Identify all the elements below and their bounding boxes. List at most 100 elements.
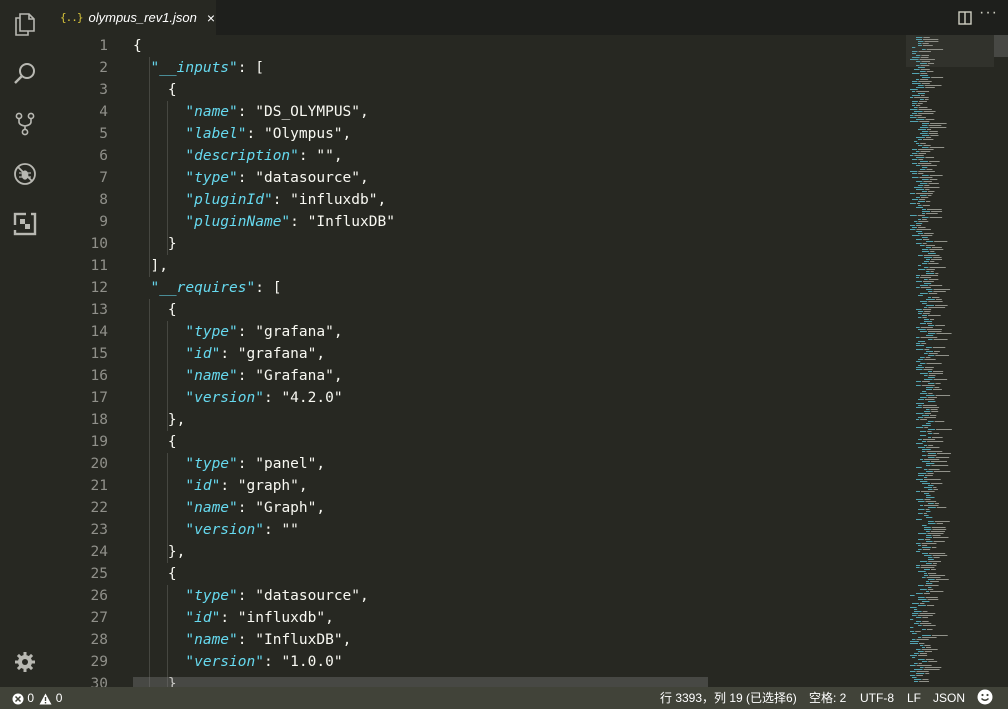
code-text: "pluginId": "influxdb", <box>133 189 386 211</box>
json-token: { <box>133 434 177 450</box>
json-key: "type" <box>185 588 238 604</box>
json-token: , <box>333 368 343 384</box>
code-line[interactable]: 5 "label": "Olympus", <box>50 123 906 145</box>
line-number: 21 <box>90 478 108 494</box>
line-number: 13 <box>90 302 108 318</box>
code-line[interactable]: 20 "type": "panel", <box>50 453 906 475</box>
code-line[interactable]: 25 { <box>50 563 906 585</box>
extensions-icon[interactable] <box>0 200 50 248</box>
code-line[interactable]: 8 "pluginId": "influxdb", <box>50 189 906 211</box>
json-token: "" <box>316 148 334 164</box>
code-line[interactable]: 4 "name": "DS_OLYMPUS", <box>50 101 906 123</box>
search-icon[interactable] <box>0 50 50 98</box>
code-line[interactable]: 29 "version": "1.0.0" <box>50 651 906 673</box>
more-actions-icon[interactable]: ··· <box>979 4 998 22</box>
code-text: "type": "datasource", <box>133 167 369 189</box>
line-number: 30 <box>90 676 108 687</box>
tab-olympus-rev1[interactable]: {..} olympus_rev1.json × <box>50 0 216 35</box>
code-line[interactable]: 28 "name": "InfluxDB", <box>50 629 906 651</box>
code-text: "version": "" <box>133 519 299 541</box>
code-line[interactable]: 23 "version": "" <box>50 519 906 541</box>
code-line[interactable]: 17 "version": "4.2.0" <box>50 387 906 409</box>
split-editor-icon[interactable] <box>958 10 972 25</box>
indentation[interactable]: 空格: 2 <box>809 687 846 709</box>
json-token: "datasource" <box>255 588 361 604</box>
code-text: "version": "1.0.0" <box>133 651 342 673</box>
json-key: "type" <box>185 456 238 472</box>
code-line[interactable]: 19 { <box>50 431 906 453</box>
minimap-preview <box>910 37 952 682</box>
line-number: 9 <box>99 214 108 230</box>
code-line[interactable]: 21 "id": "graph", <box>50 475 906 497</box>
json-token: , <box>333 148 343 164</box>
json-key: "name" <box>185 632 238 648</box>
code-line[interactable]: 2 "__inputs": [ <box>50 57 906 79</box>
files-icon[interactable] <box>0 0 50 48</box>
code-line[interactable]: 1{ <box>50 35 906 57</box>
line-number: 7 <box>99 170 108 186</box>
line-number: 2 <box>99 60 108 76</box>
code-text: "type": "panel", <box>133 453 325 475</box>
code-line[interactable]: 12 "__requires": [ <box>50 277 906 299</box>
code-text: "name": "InfluxDB", <box>133 629 351 651</box>
json-token: "Olympus" <box>263 126 343 142</box>
code-line[interactable]: 6 "description": "", <box>50 145 906 167</box>
code-line[interactable]: 27 "id": "influxdb", <box>50 607 906 629</box>
code-line[interactable]: 10 } <box>50 233 906 255</box>
code-line[interactable]: 11 ], <box>50 255 906 277</box>
code-line[interactable]: 16 "name": "Grafana", <box>50 365 906 387</box>
code-line[interactable]: 9 "pluginName": "InfluxDB" <box>50 211 906 233</box>
line-number: 14 <box>90 324 108 340</box>
code-text: ], <box>133 255 167 277</box>
horizontal-scrollbar[interactable] <box>133 677 708 687</box>
code-text: "__inputs": [ <box>133 57 264 79</box>
json-key: "pluginId" <box>185 192 273 208</box>
json-token: } <box>133 236 177 252</box>
json-token: "DS_OLYMPUS" <box>255 104 361 120</box>
line-number: 4 <box>99 104 108 120</box>
language-mode[interactable]: JSON <box>933 687 965 709</box>
gear-icon[interactable] <box>0 638 50 686</box>
json-key: "version" <box>185 522 264 538</box>
tab-title: olympus_rev1.json <box>88 10 197 25</box>
json-token: "datasource" <box>255 170 361 186</box>
error-count: 0 <box>27 691 35 705</box>
line-number: 17 <box>90 390 108 406</box>
feedback-smiley-icon[interactable] <box>977 687 993 709</box>
vertical-scrollbar[interactable] <box>994 35 1008 57</box>
code-line[interactable]: 22 "name": "Graph", <box>50 497 906 519</box>
code-text: { <box>133 299 177 321</box>
code-line[interactable]: 14 "type": "grafana", <box>50 321 906 343</box>
cursor-position[interactable]: 行 3393，列 19 (已选择6) <box>660 687 797 709</box>
json-key: "name" <box>185 368 238 384</box>
code-line[interactable]: 13 { <box>50 299 906 321</box>
encoding[interactable]: UTF-8 <box>860 687 894 709</box>
code-editor[interactable]: 1{2 "__inputs": [3 {4 "name": "DS_OLYMPU… <box>50 35 906 687</box>
minimap[interactable] <box>906 35 1008 687</box>
minimap-slider[interactable] <box>906 35 994 67</box>
code-line[interactable]: 24 }, <box>50 541 906 563</box>
code-line[interactable]: 7 "type": "datasource", <box>50 167 906 189</box>
json-token: , <box>360 170 369 186</box>
editor-window: {..} olympus_rev1.json × ··· 1{2 "__inpu… <box>0 0 1008 709</box>
code-line[interactable]: 26 "type": "datasource", <box>50 585 906 607</box>
source-control-icon[interactable] <box>0 100 50 148</box>
problems-indicator[interactable]: 0 0 <box>12 687 62 709</box>
json-key: "version" <box>185 390 264 406</box>
debug-icon[interactable] <box>0 150 50 198</box>
end-of-line[interactable]: LF <box>907 687 921 709</box>
code-line[interactable]: 3 { <box>50 79 906 101</box>
close-icon[interactable]: × <box>207 10 215 26</box>
code-line[interactable]: 15 "id": "grafana", <box>50 343 906 365</box>
json-token: : <box>237 170 256 186</box>
code-line[interactable]: 18 }, <box>50 409 906 431</box>
json-token: { <box>133 302 177 318</box>
json-token: "grafana" <box>237 346 317 362</box>
